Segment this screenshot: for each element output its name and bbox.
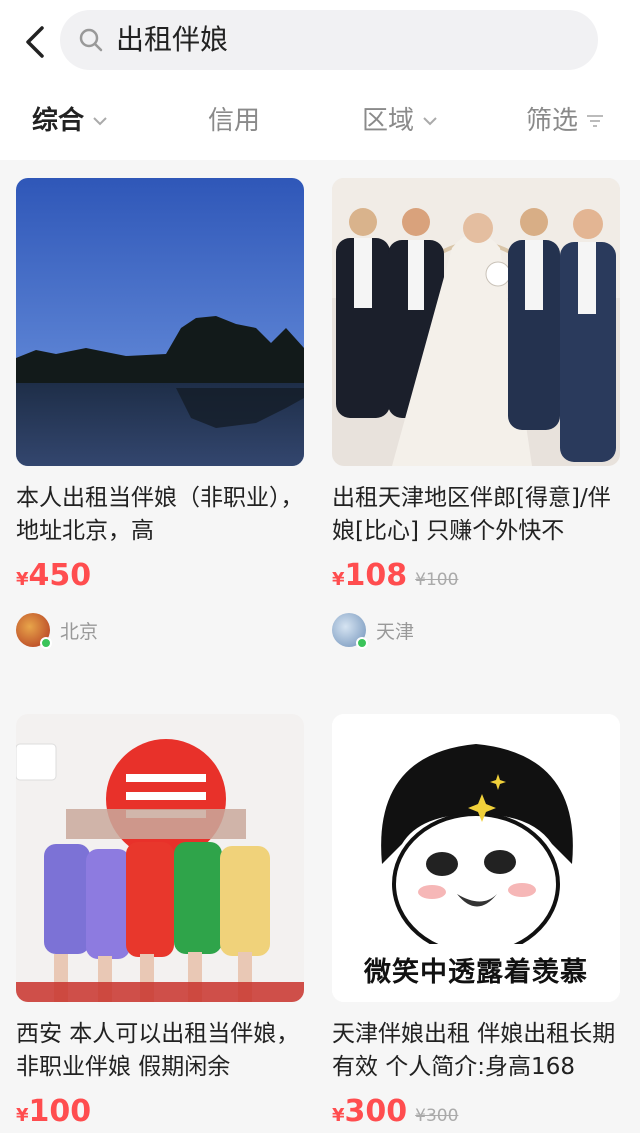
price: 300 [344,1094,408,1129]
filter-label: 信用 [208,106,261,136]
product-title: 出租天津地区伴郎[得意]/伴娘[比心] 只赚个外快不 [332,485,611,544]
product-image-lake[interactable] [16,178,304,466]
chevron-down-icon [93,117,107,126]
price: 108 [344,558,408,593]
filter-screen[interactable]: 筛选 [526,104,604,138]
avatar[interactable] [16,613,52,649]
currency-symbol: ¥ [332,569,345,590]
product-grid: 本人出租当伴娘（非职业），地址北京，高 ¥ 450 北京 出租天津地区伴郎[得意… [0,160,640,1133]
filter-icon [587,115,604,127]
price-row: ¥ 108 ¥100 [332,558,636,598]
product-title: 西安 本人可以出租当伴娘，非职业伴娘 假期闲余 [16,1021,300,1080]
product-card[interactable]: 出租天津地区伴郎[得意]/伴娘[比心] 只赚个外快不 ¥ 108 ¥100 天津 [332,178,636,649]
original-price: ¥100 [415,570,459,590]
original-price: ¥300 [415,1106,459,1126]
product-image-wedding[interactable] [332,178,620,466]
currency-symbol: ¥ [16,1105,29,1126]
filter-region[interactable]: 区域 [362,104,438,138]
search-query: 出租伴娘 [116,23,229,56]
filter-label: 筛选 [526,106,579,136]
meme-caption: 微笑中透露着羡慕 [332,944,620,1002]
filter-label: 综合 [32,106,85,136]
avatar[interactable] [332,613,368,649]
price-row: ¥ 300 ¥300 [332,1094,636,1133]
seller-location: 天津 [376,620,415,643]
currency-symbol: ¥ [16,569,29,590]
product-image-bridesmaids[interactable] [16,714,304,1002]
filter-comprehensive[interactable]: 综合 [32,104,108,138]
seller-info[interactable]: 天津 [332,612,636,649]
product-title: 天津伴娘出租 伴娘出租长期有效 个人简介:身高168 [332,1021,616,1080]
filter-label: 区域 [362,106,415,136]
price-row: ¥ 100 [16,1094,320,1133]
price-row: ¥ 450 [16,558,320,598]
back-arrow-icon[interactable] [18,22,54,62]
chevron-down-icon [423,117,437,126]
seller-info[interactable]: 北京 [16,612,320,649]
product-card[interactable]: 微笑中透露着羡慕 天津伴娘出租 伴娘出租长期有效 个人简介:身高168 ¥ 30… [332,714,636,1133]
product-image-meme[interactable]: 微笑中透露着羡慕 [332,714,620,1002]
filter-bar: 综合 信用 区域 筛选 [0,84,640,160]
search-icon [78,27,104,53]
price: 100 [28,1094,92,1129]
filter-credit[interactable]: 信用 [208,104,260,138]
currency-symbol: ¥ [332,1105,345,1126]
online-status-dot [356,637,368,649]
product-card[interactable]: 本人出租当伴娘（非职业），地址北京，高 ¥ 450 北京 [16,178,320,649]
product-card[interactable]: 西安 本人可以出租当伴娘，非职业伴娘 假期闲余 ¥ 100 [16,714,320,1133]
price: 450 [28,558,92,593]
search-input[interactable]: 出租伴娘 [60,10,598,70]
seller-location: 北京 [60,620,99,643]
product-title: 本人出租当伴娘（非职业），地址北京，高 [16,485,304,544]
top-bar: 出租伴娘 [0,0,640,84]
online-status-dot [40,637,52,649]
